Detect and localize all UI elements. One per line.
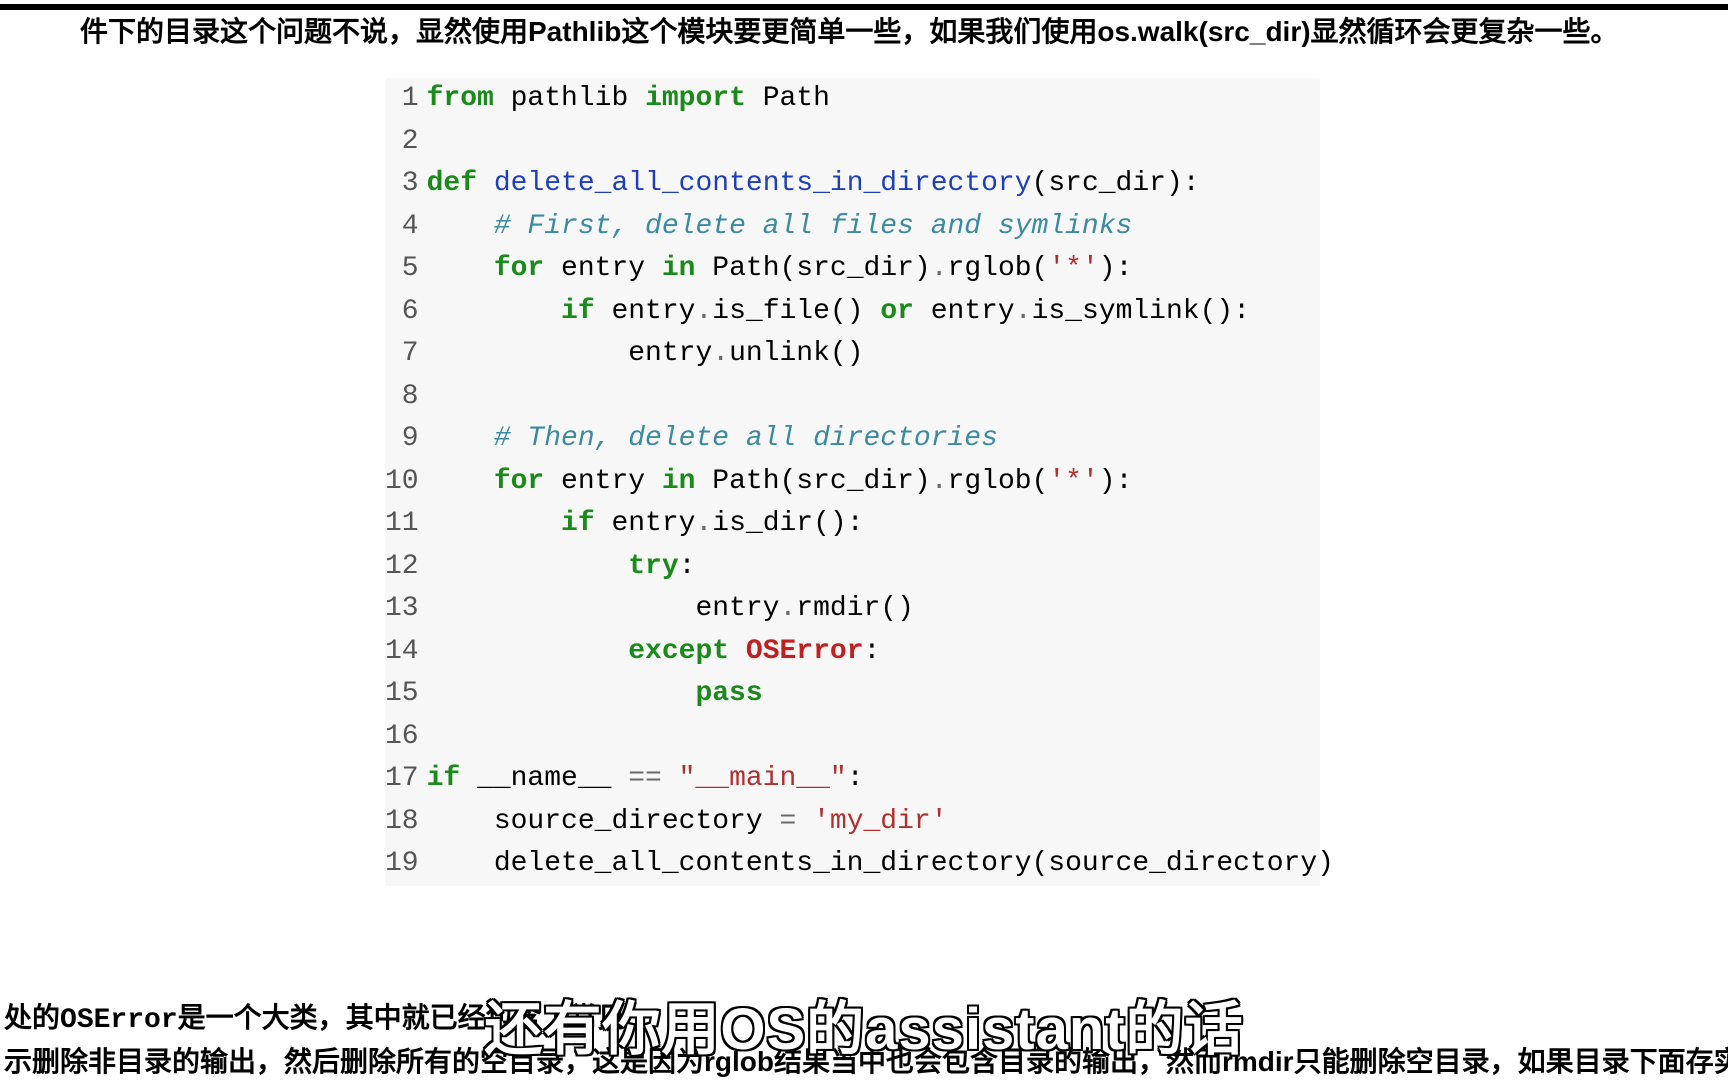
line-number: 17	[385, 758, 419, 801]
code-gutter: 12345678910111213141516171819	[385, 78, 427, 886]
text-fragment: 处的	[4, 1002, 60, 1033]
code-line: if entry.is_dir():	[427, 503, 1334, 546]
line-number: 8	[385, 376, 419, 419]
line-number: 4	[385, 206, 419, 249]
code-line: from pathlib import Path	[427, 78, 1334, 121]
code-line: if __name__ == "__main__":	[427, 758, 1334, 801]
line-number: 16	[385, 716, 419, 759]
line-number: 12	[385, 546, 419, 589]
code-block: 12345678910111213141516171819 from pathl…	[385, 78, 1320, 886]
article-text-top: 件下的目录这个问题不说，显然使用Pathlib这个模块要更简单一些，如果我们使用…	[0, 4, 1728, 50]
code-line: # First, delete all files and symlinks	[427, 206, 1334, 249]
inline-code: OSError	[60, 1005, 178, 1036]
code-line: if entry.is_file() or entry.is_symlink()…	[427, 291, 1334, 334]
line-number: 7	[385, 333, 419, 376]
code-line: entry.unlink()	[427, 333, 1334, 376]
line-number: 14	[385, 631, 419, 674]
line-number: 1	[385, 78, 419, 121]
line-number: 13	[385, 588, 419, 631]
code-line	[427, 121, 1334, 164]
code-line: for entry in Path(src_dir).rglob('*'):	[427, 461, 1334, 504]
code-line	[427, 376, 1334, 419]
code-line: except OSError:	[427, 631, 1334, 674]
code-content: from pathlib import Path def delete_all_…	[427, 78, 1334, 886]
line-number: 10	[385, 461, 419, 504]
video-caption: 还有你用OS的assistant的话	[484, 982, 1243, 1066]
line-number: 15	[385, 673, 419, 716]
code-line: def delete_all_contents_in_directory(src…	[427, 163, 1334, 206]
code-line: source_directory = 'my_dir'	[427, 801, 1334, 844]
line-number: 18	[385, 801, 419, 844]
code-line: pass	[427, 673, 1334, 716]
line-number: 2	[385, 121, 419, 164]
line-number: 6	[385, 291, 419, 334]
code-line	[427, 716, 1334, 759]
code-line: # Then, delete all directories	[427, 418, 1334, 461]
line-number: 5	[385, 248, 419, 291]
code-line: for entry in Path(src_dir).rglob('*'):	[427, 248, 1334, 291]
line-number: 3	[385, 163, 419, 206]
line-number: 19	[385, 843, 419, 886]
line-number: 11	[385, 503, 419, 546]
line-number: 9	[385, 418, 419, 461]
code-line: delete_all_contents_in_directory(source_…	[427, 843, 1334, 886]
code-line: try:	[427, 546, 1334, 589]
code-line: entry.rmdir()	[427, 588, 1334, 631]
